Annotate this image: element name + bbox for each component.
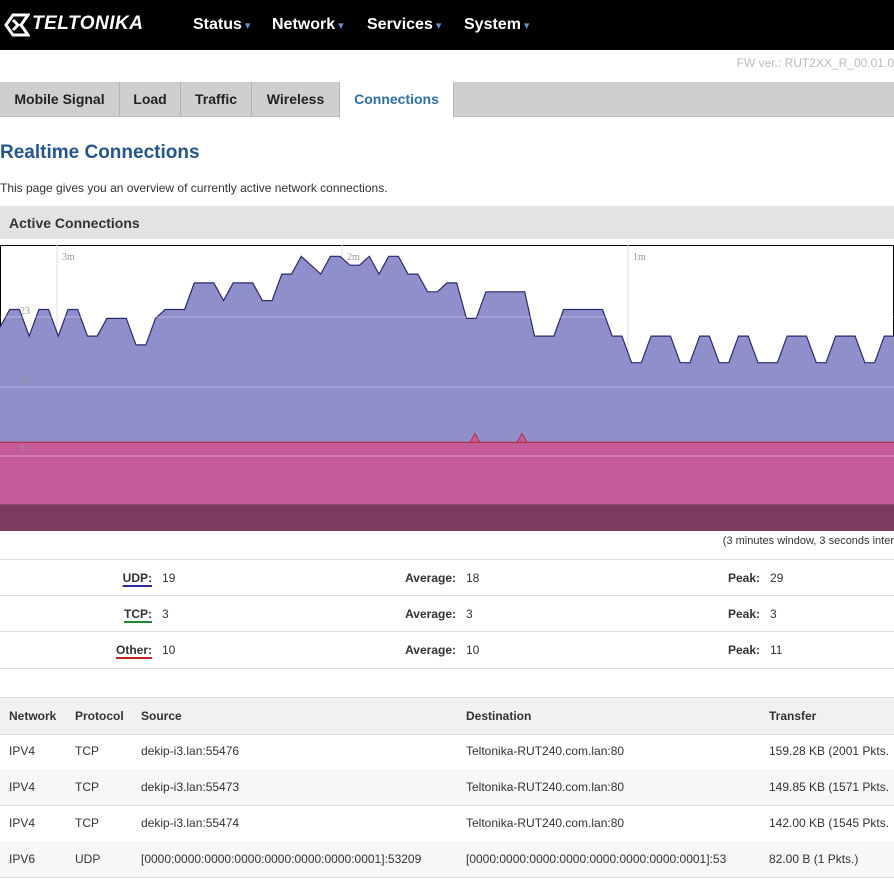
chevron-down-icon: ▾ [435, 20, 442, 32]
col-destination[interactable]: Destination [466, 709, 531, 723]
cell-destination: Teltonika-RUT240.com.lan:80 [466, 744, 625, 758]
tab-connections[interactable]: Connections [339, 82, 454, 117]
menu-system[interactable]: System ▾ [464, 16, 529, 34]
tab-bar: Mobile Signal Load Traffic Wireless Conn… [0, 82, 894, 117]
page-title: Realtime Connections [0, 142, 200, 163]
tcp-area [0, 504, 894, 531]
cell-network: IPV6 [9, 852, 36, 866]
tab-mobile-signal[interactable]: Mobile Signal [0, 82, 120, 116]
menu-services-label: Services [367, 16, 433, 33]
udp-average-value: 18 [466, 571, 480, 585]
cell-source: dekip-i3.lan:55473 [141, 780, 240, 794]
menu-system-label: System [464, 16, 521, 33]
cell-transfer: 142.00 KB (1545 Pkts. [769, 816, 890, 830]
connections-chart: 23 15 7 3m 2m 1m [0, 245, 894, 531]
tab-load[interactable]: Load [120, 82, 181, 116]
connections-graph: 23 15 7 3m 2m 1m [0, 245, 894, 531]
other-peak-label: Peak: [727, 643, 760, 657]
cell-transfer: 82.00 B (1 Pkts.) [769, 852, 859, 866]
tab-wireless[interactable]: Wireless [252, 82, 340, 116]
table-row: IPV4 TCP dekip-i3.lan:55473 Teltonika-RU… [0, 769, 894, 806]
tcp-average-value: 3 [466, 607, 473, 621]
tcp-peak-label: Peak: [727, 607, 760, 621]
cell-destination: [0000:0000:0000:0000:0000:0000:0000:0001… [466, 852, 727, 866]
table-row: IPV6 UDP [0000:0000:0000:0000:0000:0000:… [0, 841, 894, 878]
cell-source: dekip-i3.lan:55476 [141, 744, 240, 758]
y-tick-label: 15 [20, 376, 30, 387]
connections-table-header: Network Protocol Source Destination Tran… [0, 697, 894, 735]
top-bar: TELTONIKA Status ▾ Network ▾ Services ▾ Sys… [0, 0, 894, 50]
cell-network: IPV4 [9, 780, 36, 794]
stats-row-tcp: TCP: 3 Average: 3 Peak: 3 [0, 595, 894, 632]
udp-value: 19 [162, 571, 176, 585]
udp-average-label: Average: [405, 571, 456, 585]
chevron-down-icon: ▾ [244, 20, 251, 32]
table-row: IPV4 TCP dekip-i3.lan:55474 Teltonika-RU… [0, 805, 894, 842]
other-peak-value: 11 [770, 643, 783, 657]
menu-network-label: Network [272, 16, 336, 33]
menu-status-label: Status [193, 16, 242, 33]
cell-transfer: 159.28 KB (2001 Pkts. [769, 744, 890, 758]
y-tick-label: 7 [20, 445, 25, 456]
menu-network[interactable]: Network ▾ [272, 16, 344, 34]
firmware-version: FW ver.: RUT2XX_R_00.01.0 [736, 56, 894, 70]
cell-destination: Teltonika-RUT240.com.lan:80 [466, 816, 625, 830]
menu-status[interactable]: Status ▾ [193, 16, 250, 34]
tcp-average-label: Average: [405, 607, 456, 621]
tcp-value: 3 [162, 607, 169, 621]
time-label: 2m [347, 252, 360, 263]
menu-services[interactable]: Services ▾ [367, 16, 441, 34]
tcp-legend: TCP: [124, 607, 152, 621]
section-header: Active Connections [0, 206, 894, 239]
cell-source: dekip-i3.lan:55474 [141, 816, 240, 830]
udp-peak-value: 29 [770, 571, 784, 585]
teltonika-logo-icon [4, 13, 30, 37]
other-legend: Other: [116, 643, 152, 657]
tcp-peak-value: 3 [770, 607, 777, 621]
cell-transfer: 149.85 KB (1571 Pkts. [769, 780, 890, 794]
udp-legend: UDP: [122, 571, 152, 585]
other-label: Other: [72, 643, 152, 657]
section-title: Active Connections [9, 215, 140, 231]
chevron-down-icon: ▾ [338, 20, 344, 32]
cell-source: [0000:0000:0000:0000:0000:0000:0000:0001… [141, 852, 422, 866]
window-note: (3 minutes window, 3 seconds inter [722, 535, 894, 547]
other-value: 10 [162, 643, 176, 657]
time-label: 1m [633, 252, 646, 263]
cell-protocol: TCP [75, 744, 99, 758]
brand-name: TELTONIKA [32, 13, 144, 34]
other-average-value: 10 [466, 643, 480, 657]
page-description: This page gives you an overview of curre… [0, 181, 388, 195]
stats-row-other: Other: 10 Average: 10 Peak: 11 [0, 631, 894, 669]
cell-protocol: UDP [75, 852, 101, 866]
cell-destination: Teltonika-RUT240.com.lan:80 [466, 780, 625, 794]
udp-label: UDP: [72, 571, 152, 585]
table-row: IPV4 TCP dekip-i3.lan:55476 Teltonika-RU… [0, 733, 894, 770]
cell-protocol: TCP [75, 780, 99, 794]
udp-peak-label: Peak: [727, 571, 760, 585]
time-label: 3m [62, 252, 75, 263]
tab-traffic[interactable]: Traffic [181, 82, 252, 116]
cell-network: IPV4 [9, 744, 36, 758]
col-transfer[interactable]: Transfer [769, 709, 816, 723]
stats-row-udp: UDP: 19 Average: 18 Peak: 29 [0, 559, 894, 596]
col-network[interactable]: Network [9, 709, 56, 723]
cell-network: IPV4 [9, 816, 36, 830]
y-tick-label: 23 [20, 306, 30, 317]
col-protocol[interactable]: Protocol [75, 709, 124, 723]
teltonika-logo[interactable]: TELTONIKA [4, 9, 154, 41]
chevron-down-icon: ▾ [523, 20, 530, 32]
other-average-label: Average: [405, 643, 456, 657]
tcp-label: TCP: [72, 607, 152, 621]
cell-protocol: TCP [75, 816, 99, 830]
col-source[interactable]: Source [141, 709, 182, 723]
